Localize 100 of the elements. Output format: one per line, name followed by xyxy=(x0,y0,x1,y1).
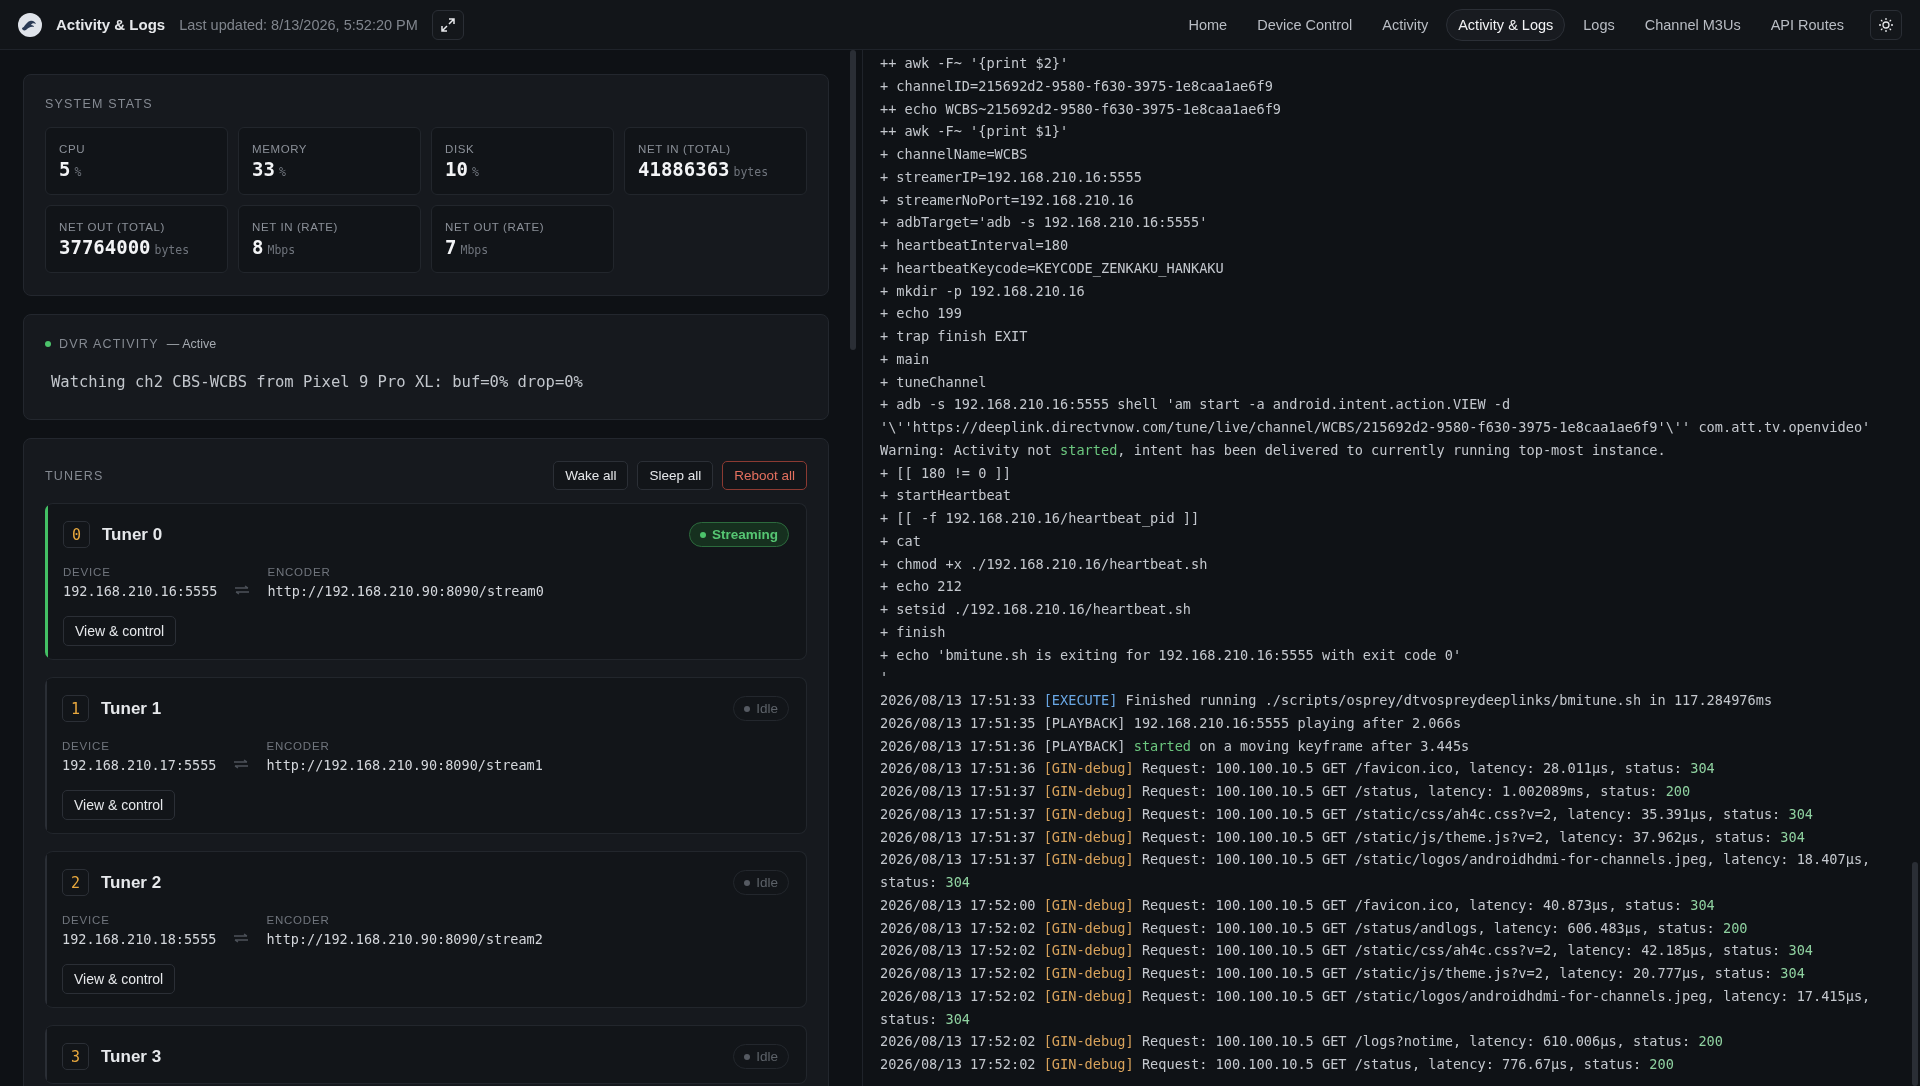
tuner-name: Tuner 3 xyxy=(101,1046,162,1067)
log-line: + echo 199 xyxy=(880,304,963,324)
swap-arrows-icon xyxy=(234,585,251,595)
device-address: 192.168.210.18:5555 xyxy=(62,931,217,947)
stat-unit: % xyxy=(471,165,479,179)
log-line: 2026/08/13 17:51:35 [PLAYBACK] 192.168.210.16:5555 playing after 2.066s xyxy=(880,713,1463,733)
stat-value: 5 xyxy=(59,158,71,180)
nav-link[interactable]: Activity xyxy=(1370,8,1441,41)
stat-value: 7 xyxy=(445,236,457,258)
log-line: 2026/08/13 17:52:00 [GIN-debug] Request: 100.100.10.5 GET /favicon.ico, latency: 40.873µs, status: 304 xyxy=(880,895,1716,915)
stat-label: NET IN (RATE) xyxy=(252,221,339,233)
log-line: + heartbeatInterval=180 xyxy=(880,236,1070,255)
tuner-action-button[interactable]: Reboot all xyxy=(722,461,807,490)
tuner-action-button[interactable]: Sleep all xyxy=(637,461,714,490)
expand-icon xyxy=(440,17,455,32)
log-line: + chmod +x ./192.168.210.16/heartbeat.sh xyxy=(880,554,1209,574)
log-line: + adbTarget='adb -s 192.168.210.16:5555' xyxy=(880,213,1209,233)
log-line: + trap finish EXIT xyxy=(880,327,1029,346)
log-line: 2026/08/13 17:52:02 [GIN-debug] Request: 100.100.10.5 GET /status, latency: 776.67µs, status: 200 xyxy=(880,1055,1675,1074)
log-line: + cat xyxy=(880,531,922,551)
swap-arrows-icon xyxy=(233,759,250,769)
log-line: 2026/08/13 17:52:02 [GIN-debug] Request: 100.100.10.5 GET /logs?notime, latency: 610.006µs, status: 200 xyxy=(880,1032,1724,1052)
log-line: 2026/08/13 17:51:33 [EXECUTE] Finished running ./scripts/osprey/dtvospreydeeplinks/bmitune.sh in 117.284976ms xyxy=(880,691,1774,710)
log-line: + [[ 180 != 0 ]] xyxy=(880,463,1012,483)
log-line: 2026/08/13 17:51:36 [GIN-debug] Request: 100.100.10.5 GET /favicon.ico, latency: 28.011µs, status: 304 xyxy=(880,759,1716,779)
view-control-button[interactable]: View & control xyxy=(63,616,177,646)
view-control-button[interactable]: View & control xyxy=(62,790,176,820)
tuner-number: 3 xyxy=(62,1043,89,1070)
log-line: + setsid ./192.168.210.16/heartbeat.sh xyxy=(880,600,1192,619)
log-line: 2026/08/13 17:52:02 [GIN-debug] Request: 100.100.10.5 GET /static/js/theme.js?v=2, latency: 20.777µs, status: 304 xyxy=(880,964,1806,983)
log-line: Warning: Activity not started, intent has been delivered to currently running top-most instance. xyxy=(880,440,1667,460)
nav-link[interactable]: Channel M3Us xyxy=(1632,8,1753,41)
tuner-name: Tuner 0 xyxy=(102,524,163,545)
log-line: + main xyxy=(880,349,931,369)
log-line: + adb -s 192.168.210.16:5555 shell 'am start -a android.intent.action.VIEW -d '\''https://deeplink.directvnow.com/tune/live/channel/WCBS/215692d2-9580-f630-3975-1e8caa1ae6f9'\'' com.att.tv.openvideo' xyxy=(880,395,1872,437)
nav-link[interactable]: Logs xyxy=(1571,8,1627,41)
nav-link[interactable]: API Routes xyxy=(1758,8,1856,41)
device-address: 192.168.210.17:5555 xyxy=(62,757,217,773)
log-line: 2026/08/13 17:51:37 [GIN-debug] Request: 100.100.10.5 GET /static/css/ah4c.css?v=2, latency: 35.391µs, status: 304 xyxy=(880,804,1814,824)
log-line: 2026/08/13 17:51:37 [GIN-debug] Request: 100.100.10.5 GET /status, latency: 1.002089ms, status: 200 xyxy=(880,782,1692,801)
log-line: + tuneChannel xyxy=(880,372,988,392)
activity-message: Watching ch2 CBS-WCBS from Pixel 9 Pro XL: buf=0% drop=0% xyxy=(51,373,584,391)
tuner-action-button[interactable]: Wake all xyxy=(553,461,629,490)
log-line: 2026/08/13 17:51:37 [GIN-debug] Request: 100.100.10.5 GET /static/logos/androidhdmi-for-channels.jpeg, latency: 18.407µs, status: 304 xyxy=(880,850,1872,892)
section-title: TUNERS xyxy=(45,468,104,483)
scrollbar-thumb[interactable] xyxy=(850,50,856,350)
field-label: ENCODER xyxy=(266,740,331,752)
section-title: DVR ACTIVITY xyxy=(59,337,159,351)
last-updated-text: Last updated: 8/13/2026, 5:52:20 PM xyxy=(179,16,418,33)
device-address: 192.168.210.16:5555 xyxy=(63,583,218,599)
logo-icon[interactable] xyxy=(18,12,42,37)
expand-button[interactable] xyxy=(431,9,464,40)
stat-label: CPU xyxy=(59,143,87,155)
log-line: 2026/08/13 17:51:37 [GIN-debug] Request: 100.100.10.5 GET /static/js/theme.js?v=2, latency: 37.962µs, status: 304 xyxy=(880,827,1806,847)
stat-value: 41886363 xyxy=(638,158,730,180)
log-line: + heartbeatKeycode=KEYCODE_ZENKAKU_HANKAKU xyxy=(880,258,1225,279)
stat-unit: bytes xyxy=(733,165,769,179)
nav-link[interactable]: Home xyxy=(1176,8,1240,41)
tuner-number: 0 xyxy=(63,521,90,548)
tuner-number: 1 xyxy=(62,695,89,722)
encoder-url: http://192.168.210.90:8090/stream1 xyxy=(266,757,543,773)
nav-link[interactable]: Device Control xyxy=(1245,8,1365,41)
stat-unit: Mbps xyxy=(460,243,489,257)
log-line: + mkdir -p 192.168.210.16 xyxy=(880,281,1086,301)
stat-value: 37764000 xyxy=(59,236,151,258)
stat-label: DISK xyxy=(445,143,476,155)
page-title: Activity & Logs xyxy=(56,16,166,33)
stat-unit: Mbps xyxy=(267,243,296,257)
log-line: ++ awk -F~ '{print $1}' xyxy=(880,122,1070,142)
stat-label: NET OUT (TOTAL) xyxy=(59,221,166,233)
log-line: + startHeartbeat xyxy=(880,486,1012,506)
log-line: ++ echo WCBS~215692d2-9580-f630-3975-1e8caa1ae6f9 xyxy=(880,99,1283,119)
log-line: + [[ -f 192.168.210.16/heartbeat_pid ]] xyxy=(880,509,1201,529)
field-label: DEVICE xyxy=(62,740,111,752)
scrollbar-thumb[interactable] xyxy=(1912,862,1918,1086)
swap-arrows-icon xyxy=(233,933,250,943)
log-line: + echo 'bmitune.sh is exiting for 192.168.210.16:5555 with exit code 0' xyxy=(880,645,1463,665)
log-line: + streamerNoPort=192.168.210.16 xyxy=(880,190,1135,210)
log-line: 2026/08/13 17:52:02 [GIN-debug] Request: 100.100.10.5 GET /static/css/ah4c.css?v=2, latency: 42.185µs, status: 304 xyxy=(880,941,1814,961)
tuner-number: 2 xyxy=(62,869,89,896)
nav-link[interactable]: Activity & Logs xyxy=(1446,8,1566,41)
stat-unit: % xyxy=(278,165,286,179)
field-label: DEVICE xyxy=(62,914,111,926)
log-line: + finish xyxy=(880,622,947,642)
log-line: + echo 212 xyxy=(880,577,963,597)
encoder-url: http://192.168.210.90:8090/stream0 xyxy=(267,583,544,599)
field-label: ENCODER xyxy=(266,914,331,926)
log-line: 2026/08/13 17:52:02 [GIN-debug] Request: 100.100.10.5 GET /status/andlogs, latency: 606.483µs, status: 200 xyxy=(880,918,1749,938)
section-title: SYSTEM STATS xyxy=(45,97,154,111)
sun-icon xyxy=(1878,16,1894,33)
stat-label: MEMORY xyxy=(252,143,309,155)
status-badge: Streaming xyxy=(688,522,789,547)
stat-value: 10 xyxy=(445,158,468,180)
stat-label: NET IN (TOTAL) xyxy=(638,143,732,155)
stat-unit: bytes xyxy=(154,243,190,257)
stat-value: 8 xyxy=(252,236,264,258)
log-line: + channelName=WCBS xyxy=(880,145,1029,164)
theme-toggle-button[interactable] xyxy=(1870,9,1902,40)
log-line: + streamerIP=192.168.210.16:5555 xyxy=(880,167,1143,187)
view-control-button[interactable]: View & control xyxy=(62,964,176,994)
